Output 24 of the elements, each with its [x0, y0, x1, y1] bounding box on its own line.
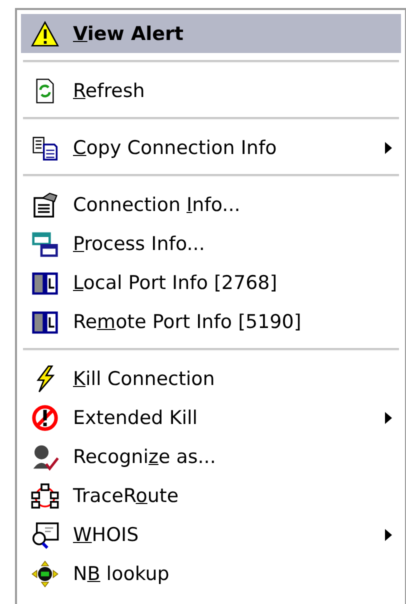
submenu-arrow-icon — [383, 140, 393, 154]
menu-item[interactable]: WHOIS — [21, 515, 401, 554]
form-icon — [31, 190, 59, 218]
windows-icon — [31, 230, 59, 258]
menu-item[interactable]: Copy Connection Info — [21, 128, 401, 167]
menu-item[interactable]: TraceRoute — [21, 476, 401, 515]
prohibited-icon — [31, 404, 59, 432]
menu-item[interactable]: Connection Info... — [21, 185, 401, 224]
menu-item[interactable]: Local Port Info [2768] — [21, 263, 401, 302]
submenu-arrow-icon — [383, 528, 393, 542]
submenu-arrow-icon — [383, 410, 393, 424]
network-node-icon — [31, 560, 59, 588]
menu-item[interactable]: Remote Port Info [5190] — [21, 302, 401, 341]
menu-item[interactable]: View Alert — [21, 14, 401, 53]
menu-item[interactable]: Kill Connection — [21, 359, 401, 398]
menu-item[interactable]: Process Info... — [21, 224, 401, 263]
menu-item[interactable]: Recognize as... — [21, 437, 401, 476]
warning-icon — [31, 20, 59, 48]
network-icon — [31, 482, 59, 510]
menu-item[interactable]: NB lookup — [21, 554, 401, 593]
person-check-icon — [31, 442, 59, 470]
menu-item[interactable]: Refresh — [21, 71, 401, 110]
menu-item[interactable]: Extended Kill — [21, 398, 401, 437]
magnifier-screen-icon — [31, 520, 59, 548]
